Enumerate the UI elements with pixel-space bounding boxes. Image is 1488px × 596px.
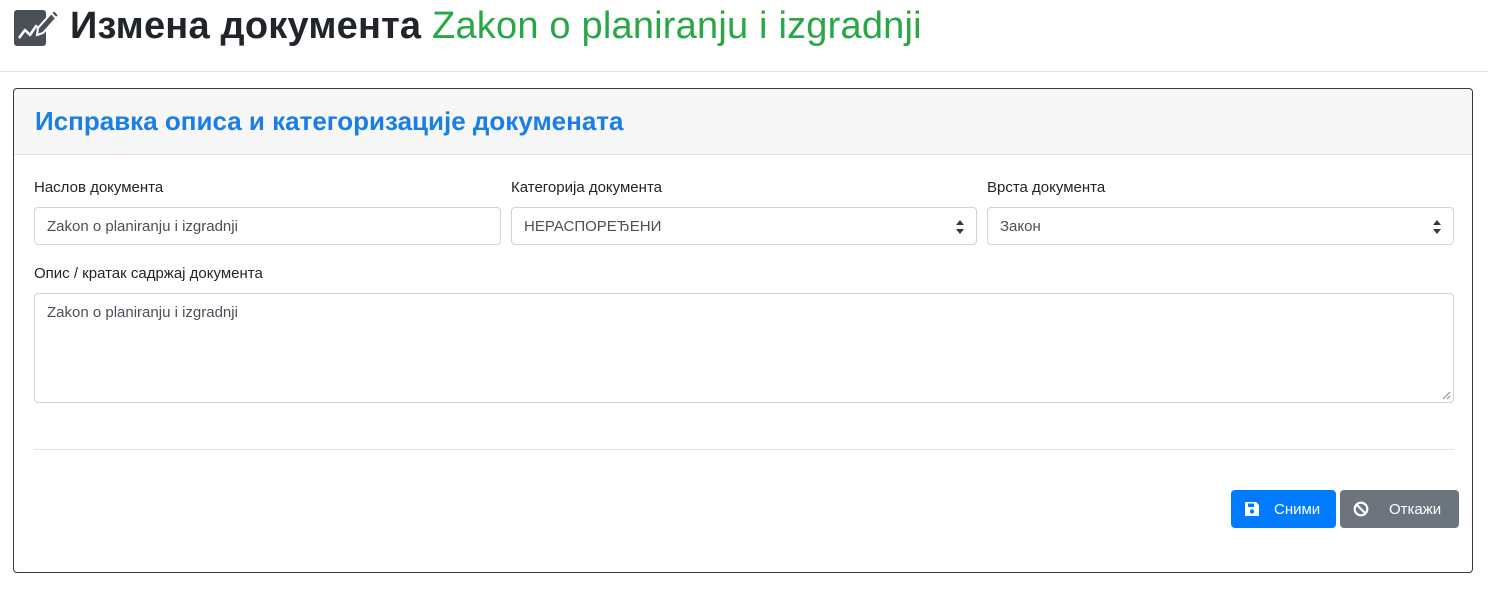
ban-icon xyxy=(1353,501,1369,517)
edit-document-icon xyxy=(12,4,61,48)
page-title: Измена документа Zakon o planiranju i iz… xyxy=(70,5,922,48)
document-type-selected: Закон xyxy=(1000,217,1041,235)
form-divider xyxy=(34,449,1454,450)
document-category-select[interactable]: НЕРАСПОРЕЂЕНИ xyxy=(511,207,977,245)
cancel-button[interactable]: Откажи xyxy=(1340,490,1459,528)
document-description-textarea[interactable]: Zakon o planiranju i izgradnji xyxy=(34,293,1454,403)
card-header: Исправка описа и категоризације докумена… xyxy=(14,89,1472,155)
document-category-selected: НЕРАСПОРЕЂЕНИ xyxy=(524,217,662,235)
page-title-prefix: Измена документа xyxy=(70,4,422,47)
floppy-disk-icon xyxy=(1244,501,1260,517)
document-description-label: Опис / кратак садржај документа xyxy=(34,265,263,282)
sort-arrows-icon xyxy=(956,220,964,234)
document-category-label: Категорија документа xyxy=(511,179,662,196)
page-title-document-name: Zakon o planiranju i izgradnji xyxy=(432,4,922,47)
save-button[interactable]: Сними xyxy=(1231,490,1336,528)
save-button-label: Сними xyxy=(1274,500,1321,518)
resize-grip-icon[interactable] xyxy=(1441,390,1451,400)
document-type-select[interactable]: Закон xyxy=(987,207,1454,245)
page-header: Измена документа Zakon o planiranju i iz… xyxy=(12,0,1488,52)
document-type-label: Врста документа xyxy=(987,179,1106,196)
card-title: Исправка описа и категоризације докумена… xyxy=(35,106,624,136)
document-title-label: Наслов документа xyxy=(34,179,164,196)
document-title-value: Zakon o planiranju i izgradnji xyxy=(47,217,238,235)
sort-arrows-icon xyxy=(1433,220,1441,234)
cancel-button-label: Откажи xyxy=(1389,500,1442,518)
header-divider xyxy=(0,71,1488,72)
document-description-value: Zakon o planiranju i izgradnji xyxy=(47,304,238,321)
edit-document-card: Исправка описа и категоризације докумена… xyxy=(13,88,1473,573)
document-title-input[interactable]: Zakon o planiranju i izgradnji xyxy=(34,207,501,245)
